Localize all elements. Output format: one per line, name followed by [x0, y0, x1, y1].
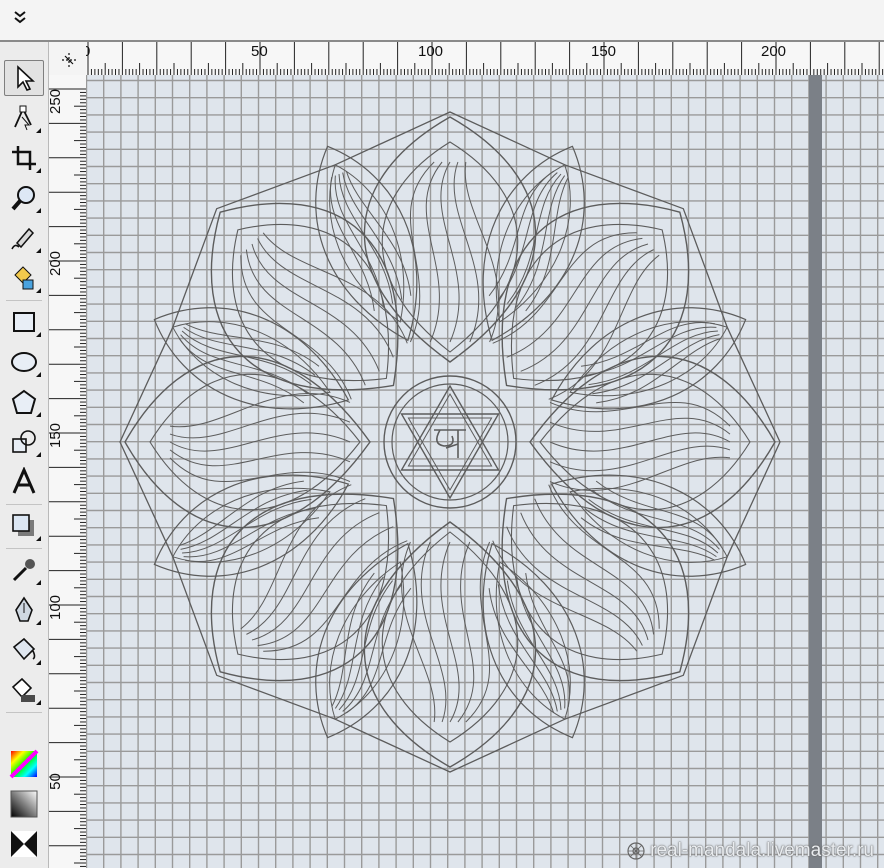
- text-a-icon: [12, 467, 36, 494]
- v-ruler-label-100: 100: [49, 594, 65, 621]
- document-grid: [86, 75, 884, 868]
- interactive-fill-icon: [11, 677, 35, 702]
- basic-shapes-tool[interactable]: [4, 424, 44, 460]
- v-ruler-label-50: 50: [49, 773, 64, 790]
- ellipse-icon: [11, 352, 37, 372]
- smart-fill-tool[interactable]: [4, 260, 44, 296]
- top-toolbar: [0, 0, 884, 42]
- polygon-tool[interactable]: [4, 384, 44, 420]
- h-ruler-label-100: 100: [418, 43, 444, 60]
- watermark: real-mandala.livemaster.ru: [626, 840, 874, 862]
- h-ruler-label-0: 0: [86, 43, 90, 60]
- eyedropper-icon: [12, 559, 35, 582]
- horizontal-ruler[interactable]: 0 50 100 150 200: [86, 42, 884, 76]
- crop-tool[interactable]: [4, 140, 44, 176]
- color-spectrum-icon: [9, 749, 39, 779]
- basic-shapes-icon: [12, 430, 36, 453]
- watermark-text: real-mandala.livemaster.ru: [650, 840, 874, 861]
- v-ruler-label-200: 200: [49, 250, 65, 277]
- arrow-pointer-icon: [17, 65, 36, 91]
- rectangle-tool[interactable]: [4, 304, 44, 340]
- pattern-fill-tool[interactable]: [4, 826, 44, 862]
- color-palette-tool[interactable]: [4, 746, 44, 782]
- drawing-canvas[interactable]: real-mandala.livemaster.ru: [86, 75, 884, 868]
- ellipse-tool[interactable]: [4, 344, 44, 380]
- page-border: [809, 75, 822, 868]
- polygon-icon: [11, 389, 37, 414]
- shape-node-icon: [14, 105, 32, 131]
- ruler-origin-icon: [62, 53, 76, 67]
- smart-fill-icon: [14, 266, 34, 290]
- pen-nib-icon: [15, 596, 33, 622]
- zoom-tool[interactable]: [4, 180, 44, 216]
- paint-bucket-icon: [12, 637, 36, 661]
- drop-shadow-icon: [12, 514, 34, 536]
- h-ruler-label-150: 150: [591, 43, 617, 60]
- v-ruler-label-150: 150: [49, 422, 65, 449]
- checker-pattern-icon: [11, 831, 37, 857]
- drop-shadow-tool[interactable]: [4, 508, 44, 544]
- text-tool[interactable]: [4, 464, 44, 500]
- magnifier-icon: [11, 186, 35, 211]
- gradient-icon: [10, 790, 38, 818]
- toolbox: [0, 42, 49, 868]
- shape-tool[interactable]: [4, 100, 44, 136]
- outline-pen-tool[interactable]: [4, 592, 44, 628]
- rectangle-icon: [13, 312, 35, 332]
- fountain-fill-tool[interactable]: [4, 786, 44, 822]
- crop-icon: [12, 146, 36, 170]
- freehand-tool[interactable]: [4, 220, 44, 256]
- fill-tool[interactable]: [4, 632, 44, 668]
- h-ruler-label-50: 50: [251, 43, 268, 60]
- freehand-pen-icon: [11, 227, 35, 250]
- ruler-origin[interactable]: [49, 42, 87, 76]
- vertical-ruler[interactable]: 250 200 150 100 50: [49, 75, 87, 868]
- eyedropper-tool[interactable]: [4, 552, 44, 588]
- pick-tool[interactable]: [4, 60, 44, 96]
- h-ruler-label-200: 200: [761, 43, 787, 60]
- interactive-fill-tool[interactable]: [4, 672, 44, 708]
- mandala-logo-icon: [627, 842, 645, 860]
- double-chevron-down-icon[interactable]: [12, 8, 28, 26]
- v-ruler-label-250: 250: [49, 88, 65, 115]
